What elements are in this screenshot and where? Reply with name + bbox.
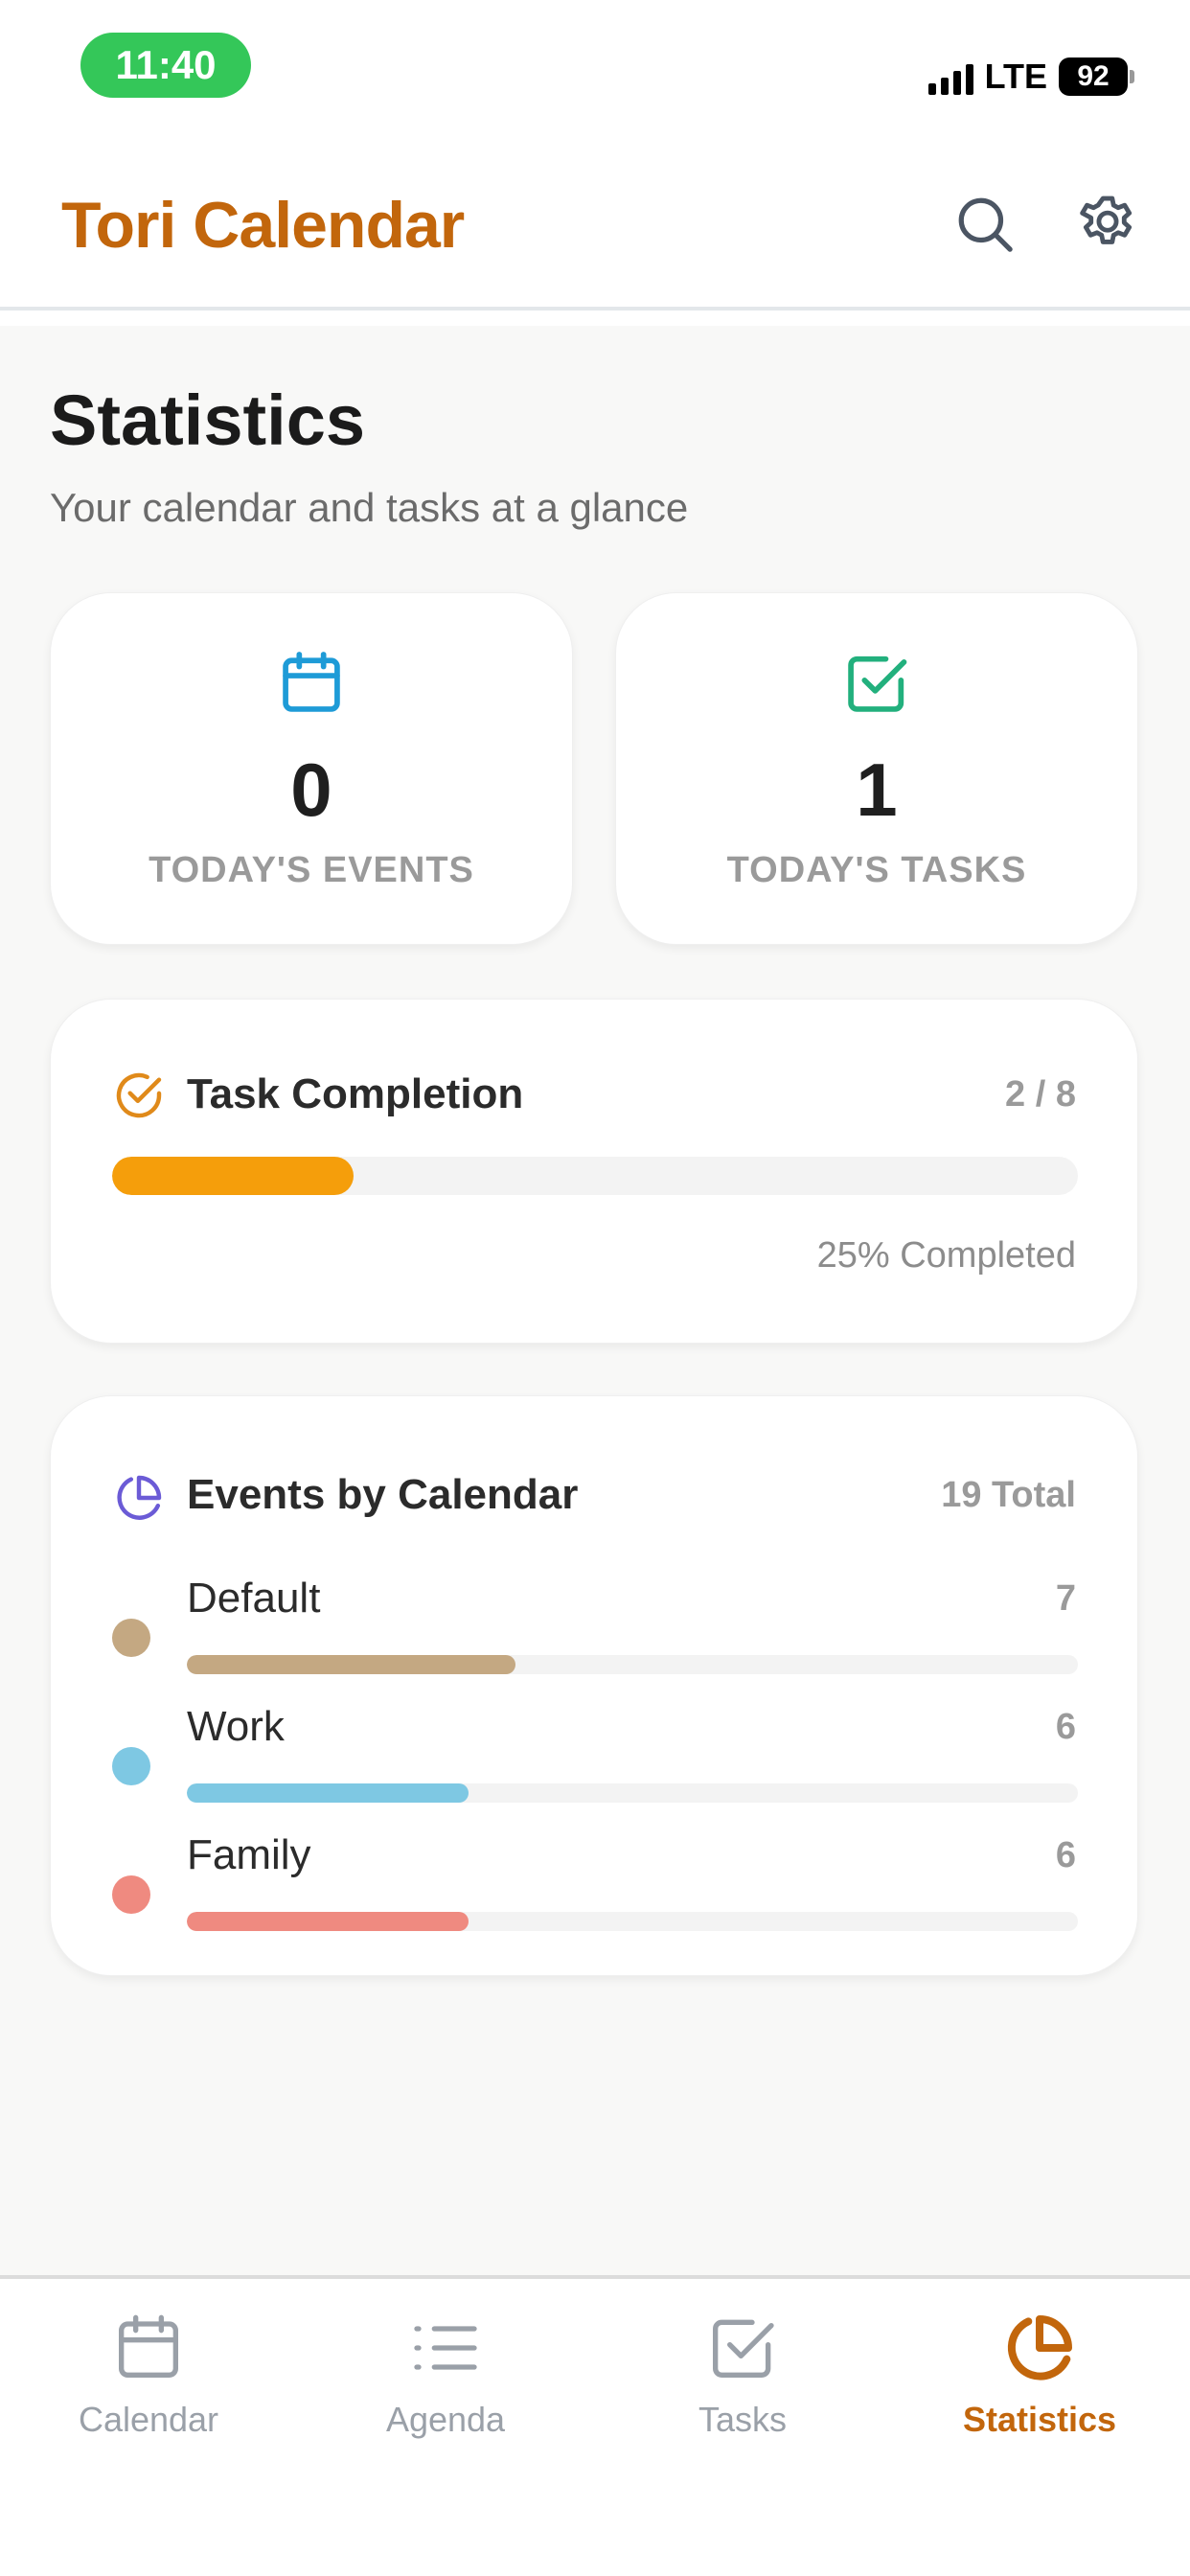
calendar-row-default: Default 7 [51,1575,1137,1690]
checkbox-icon [713,2319,774,2378]
task-completion-progress [112,1157,1078,1195]
events-by-calendar-title: Events by Calendar [187,1471,579,1518]
tab-tasks[interactable]: Tasks [594,2310,891,2472]
task-completion-count: 2 / 8 [1005,1074,1076,1115]
checkbox-icon [848,656,907,712]
header-divider [0,307,1190,310]
status-time: 11:40 [80,33,251,98]
tab-label: Statistics [962,2400,1117,2439]
calendar-row-work: Work 6 [51,1703,1137,1818]
tab-label: Agenda [385,2400,506,2439]
calendar-bar [187,1912,1078,1931]
todays-events-label: TODAY'S EVENTS [149,850,474,890]
check-circle-icon [116,1072,162,1118]
calendar-color-dot [112,1875,150,1914]
calendar-name: Default [187,1575,321,1622]
calendar-name: Family [187,1831,311,1878]
page-title: Statistics [50,380,366,460]
calendar-row-family: Family 6 [51,1831,1137,1946]
calendar-count: 6 [1055,1835,1076,1875]
page-subtitle: Your calendar and tasks at a glance [50,485,689,530]
calendar-color-dot [112,1619,150,1657]
task-completion-percent: 25% Completed [816,1235,1076,1276]
search-button[interactable] [949,188,1021,261]
calendar-count: 6 [1055,1707,1076,1747]
pie-chart-icon [1007,2315,1072,2380]
calendar-bar [187,1783,1078,1803]
calendar-bar-fill [187,1655,515,1674]
task-completion-card: Task Completion 2 / 8 25% Completed [50,999,1138,1344]
calendar-name: Work [187,1703,285,1750]
todays-tasks-card[interactable]: 1 TODAY'S TASKS [615,592,1138,945]
status-indicators: LTE 92 [927,50,1134,104]
calendar-count: 7 [1055,1578,1076,1619]
tab-agenda[interactable]: Agenda [297,2310,594,2472]
calendar-icon [119,2314,178,2378]
pie-chart-icon [117,1475,162,1520]
battery-tip [1130,70,1134,83]
signal-icon [927,58,973,95]
search-icon [958,197,1013,252]
todays-events-count: 0 [290,748,332,832]
todays-events-card[interactable]: 0 TODAY'S EVENTS [50,592,573,945]
battery-icon: 92 [1059,58,1128,96]
calendar-bar-fill [187,1912,469,1931]
tab-label: Tasks [698,2400,788,2439]
task-completion-fill [112,1157,354,1195]
app-header: 11:40 LTE 92 Tori Calendar [0,0,1190,326]
tab-label: Calendar [78,2400,219,2439]
calendar-color-dot [112,1747,150,1785]
list-icon [414,2326,477,2370]
calendar-bar-fill [187,1783,469,1803]
bottom-tab-bar: Calendar Agenda Tasks Statistics [0,2275,1190,2576]
tab-statistics[interactable]: Statistics [891,2310,1188,2472]
task-completion-title: Task Completion [187,1070,524,1117]
settings-button[interactable] [1071,188,1144,261]
events-total: 19 Total [941,1475,1076,1515]
todays-tasks-count: 1 [856,748,898,832]
app-title: Tori Calendar [61,189,465,262]
calendar-bar [187,1655,1078,1674]
gear-icon [1080,196,1133,244]
todays-tasks-label: TODAY'S TASKS [726,850,1027,890]
events-by-calendar-card: Events by Calendar 19 Total Default 7 Wo… [50,1395,1138,1976]
tab-calendar[interactable]: Calendar [0,2310,297,2472]
network-type: LTE [984,57,1047,96]
calendar-icon [283,652,340,712]
